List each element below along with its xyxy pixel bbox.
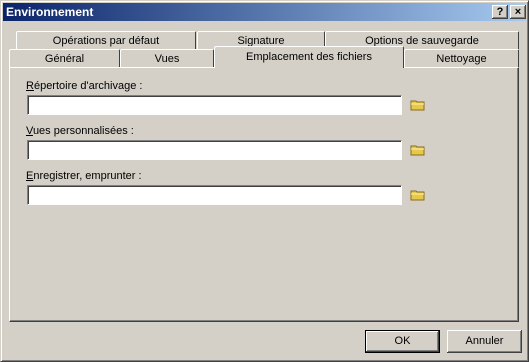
cancel-button[interactable]: Annuler (447, 330, 522, 353)
tab-label: Emplacement des fichiers (246, 51, 372, 63)
tab-emplacement-des-fichiers[interactable]: Emplacement des fichiers (214, 46, 404, 68)
window-title: Environnement (6, 5, 94, 19)
access-key: R (26, 80, 34, 92)
folder-icon[interactable] (410, 143, 426, 157)
tab-general[interactable]: Général (9, 49, 120, 67)
field-label-archive: Répertoire d'archivage : (26, 80, 142, 92)
environment-dialog: Environnement ? × Opérations par défaut … (0, 0, 529, 362)
tab-label: Général (44, 53, 85, 65)
tab-label: Nettoyage (436, 53, 487, 65)
ok-button[interactable]: OK (365, 330, 440, 353)
label-text: nregistrer, emprunter : (33, 170, 142, 182)
tab-label: Vues (154, 53, 180, 65)
custom-views-input[interactable] (27, 140, 402, 160)
checkout-input[interactable] (27, 185, 402, 205)
label-text: ues personnalisées : (32, 125, 134, 137)
access-key: V (26, 125, 33, 137)
field-label-custom-views: Vues personnalisées : (26, 125, 134, 137)
tab-vues[interactable]: Vues (120, 49, 214, 67)
field-label-checkout: Enregistrer, emprunter : (26, 170, 142, 182)
tab-operations-par-defaut[interactable]: Opérations par défaut (16, 31, 196, 49)
tab-nettoyage[interactable]: Nettoyage (404, 49, 519, 67)
tab-label: Opérations par défaut (52, 35, 160, 47)
label-text: épertoire d'archivage : (33, 80, 143, 92)
archive-directory-input[interactable] (27, 95, 402, 115)
tab-panel: Répertoire d'archivage : Vues personnali… (9, 67, 519, 322)
title-bar[interactable]: Environnement ? × (3, 3, 526, 21)
close-button[interactable]: × (510, 5, 526, 19)
help-button[interactable]: ? (492, 5, 508, 19)
folder-icon[interactable] (410, 98, 426, 112)
folder-icon[interactable] (410, 188, 426, 202)
